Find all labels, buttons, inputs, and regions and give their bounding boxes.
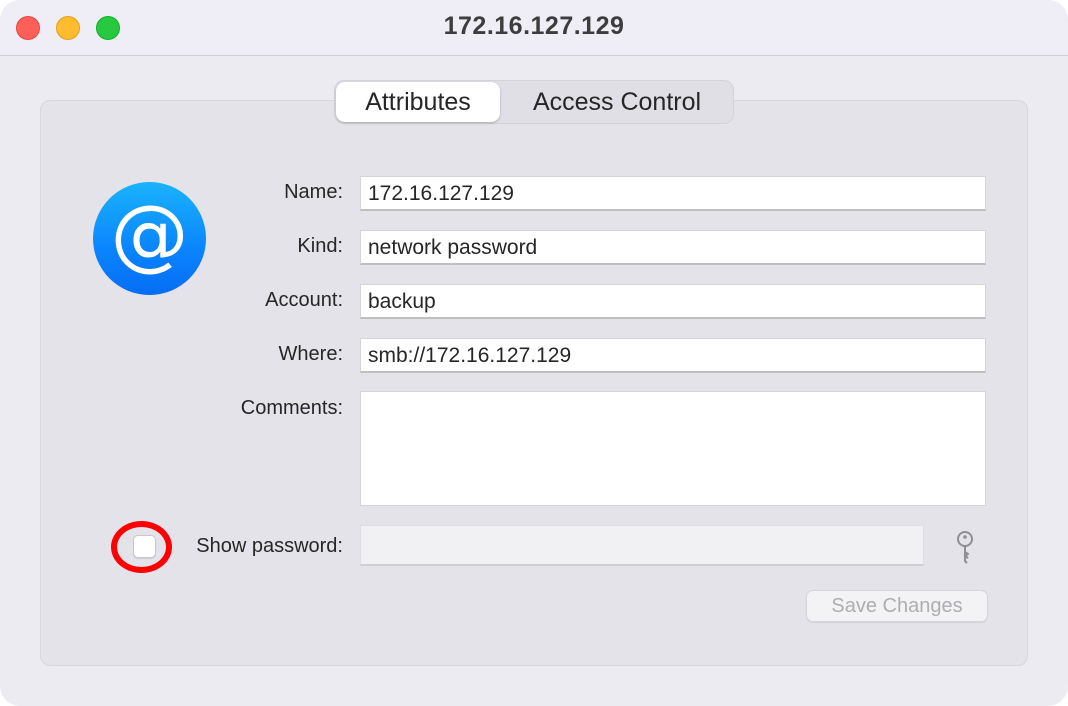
window-title: 172.16.127.129 xyxy=(443,12,625,40)
password-field[interactable] xyxy=(360,525,924,566)
save-changes-button[interactable]: Save Changes xyxy=(806,590,988,622)
account-field[interactable]: backup xyxy=(360,284,986,319)
where-field[interactable]: smb://172.16.127.129 xyxy=(360,338,986,373)
comments-field[interactable] xyxy=(360,391,986,506)
tab-bar: Attributes Access Control xyxy=(334,80,734,124)
tab-access-control[interactable]: Access Control xyxy=(503,82,731,122)
where-label: Where: xyxy=(278,343,343,365)
at-sign-glyph: @ xyxy=(110,189,189,280)
account-label: Account: xyxy=(265,289,343,311)
comments-label: Comments: xyxy=(240,397,343,419)
annotation-highlight-circle xyxy=(111,521,172,573)
name-field[interactable]: 172.16.127.129 xyxy=(360,176,986,211)
key-icon[interactable] xyxy=(953,530,977,566)
tab-attributes[interactable]: Attributes xyxy=(336,82,500,122)
title-bar: 172.16.127.129 xyxy=(0,0,1068,56)
kind-field[interactable]: network password xyxy=(360,230,986,265)
at-sign-icon: @ xyxy=(93,182,206,295)
keychain-item-window: 172.16.127.129 Attributes Access Control… xyxy=(0,0,1068,706)
show-password-label[interactable]: Show password: xyxy=(196,535,343,558)
name-label: Name: xyxy=(284,181,343,203)
kind-label: Kind: xyxy=(297,235,343,257)
